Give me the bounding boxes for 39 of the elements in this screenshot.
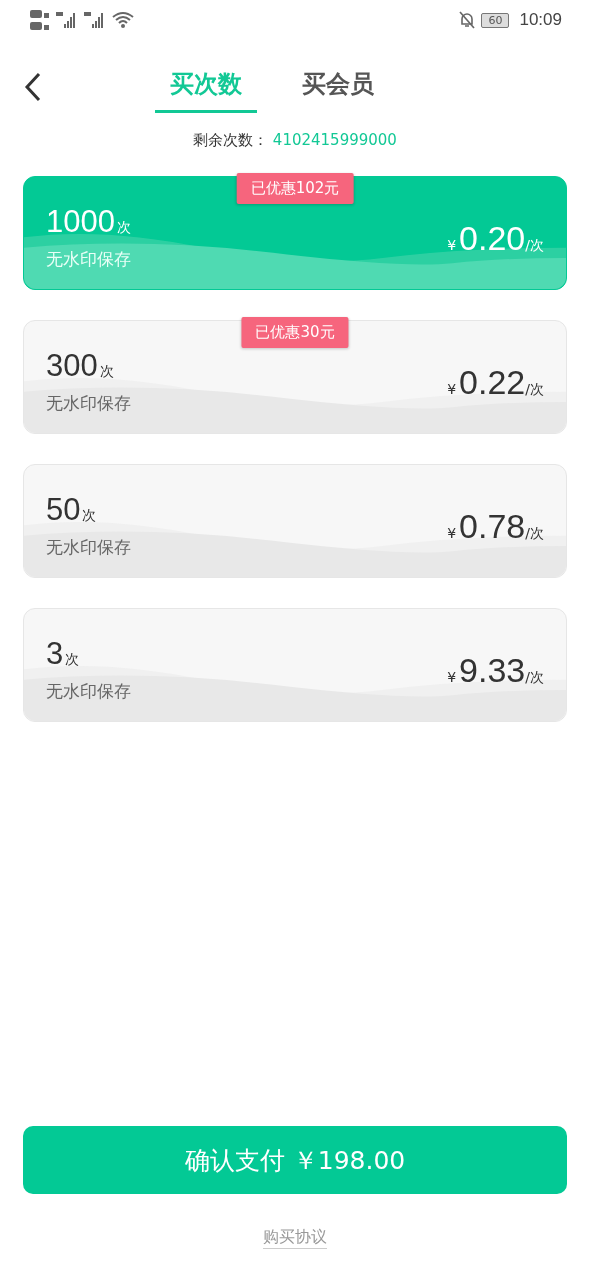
package-description: 无水印保存 [46,391,131,415]
count-unit: 次 [99,362,114,379]
bell-off-icon [459,11,476,29]
remaining-label: 剩余次数： [193,131,269,149]
currency-sign: ¥ [447,236,457,253]
price-unit: /次 [525,668,544,687]
package-description: 无水印保存 [46,535,131,559]
tab[interactable]: 买会员 [287,61,389,113]
battery-level: 60 [481,12,510,28]
currency-sign: ¥ [447,380,457,397]
count-value: 300 [46,347,98,383]
currency-sign: ¥ [447,524,457,541]
currency-sign: ¥ [447,668,457,685]
package-description: 无水印保存 [46,679,131,703]
price-unit: /次 [525,236,544,255]
price-unit: /次 [525,380,544,399]
wifi-icon [112,11,134,29]
signal-icon [84,10,106,30]
package-card[interactable]: 已优惠30元 300 次 无水印保存 ¥0.22/次 [23,320,567,434]
signal-icon [56,10,78,30]
package-card[interactable]: 3 次 无水印保存 ¥9.33/次 [23,608,567,722]
count-unit: 次 [82,506,97,523]
count-unit: 次 [65,650,80,667]
count-value: 50 [46,491,81,527]
hd-icon [30,8,50,32]
unit-price: 9.33 [459,650,526,690]
package-description: 无水印保存 [46,247,131,271]
discount-badge: 已优惠102元 [236,173,354,204]
remaining-count: 4102415999000 [272,131,397,149]
unit-price: 0.22 [459,362,526,402]
count-value: 3 [46,635,64,671]
clock-time: 10:09 [519,10,562,30]
package-card[interactable]: 50次 无水印保存 ¥0.78/次 [23,464,567,578]
unit-price: 0.20 [459,218,526,258]
count-unit: 次 [116,218,131,235]
count-value: 1000 [46,203,115,239]
unit-price: 0.78 [459,506,526,546]
price-unit: /次 [525,524,544,543]
discount-badge: 已优惠30元 [241,317,349,348]
